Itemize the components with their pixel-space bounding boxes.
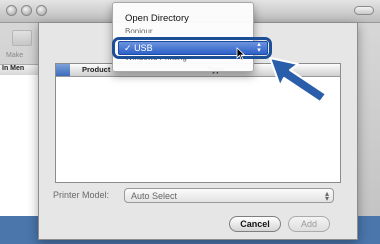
background-list-header-label: In Men [2,65,25,72]
add-button[interactable]: Add [288,216,330,232]
printer-model-label: Printer Model: [53,190,110,200]
toolbar-label: Make [6,52,24,59]
printer-model-value: Auto Select [131,191,178,201]
minimize-button[interactable] [21,5,32,16]
zoom-button[interactable] [36,5,47,16]
toolbar-toggle-button[interactable] [354,6,374,15]
close-button[interactable] [6,5,17,16]
callout-arrow-icon [269,57,327,103]
menu-item-bonjour[interactable]: Bonjour [125,27,153,33]
cancel-button[interactable]: Cancel [229,216,281,232]
stepper-icon: ▴ ▾ [324,189,329,203]
column-header-product[interactable]: Product [82,65,110,74]
header-sort-column [56,64,70,76]
arrow-cursor-icon [236,47,246,61]
usb-highlight-outline [112,37,272,59]
toolbar-icon [12,30,32,46]
printer-model-select[interactable]: Auto Select ▴ ▾ [124,188,334,203]
menu-item-open-directory[interactable]: Open Directory [125,13,189,24]
